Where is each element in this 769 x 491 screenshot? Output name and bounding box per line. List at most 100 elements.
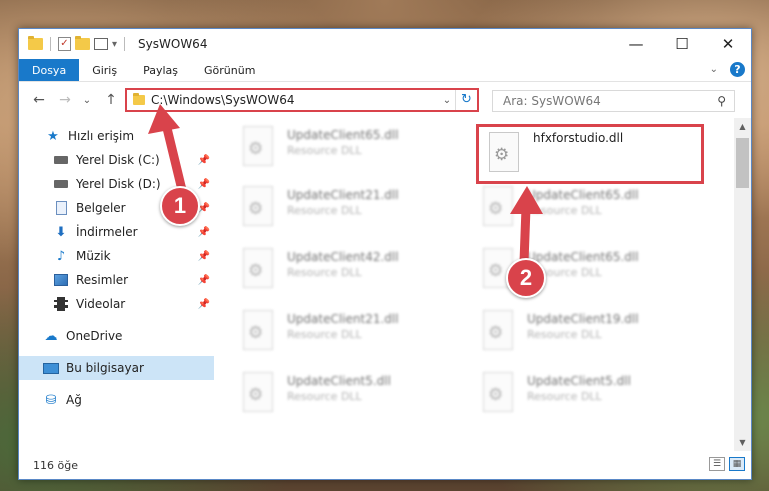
new-folder-icon[interactable] <box>75 36 90 50</box>
sidebar-item-label: Yerel Disk (C:) <box>76 153 160 167</box>
address-folder-icon <box>133 93 145 105</box>
up-button[interactable]: ↑ <box>101 92 121 108</box>
disk-icon <box>53 177 69 191</box>
file-item[interactable]: UpdateClient5.dll Resource DLL <box>229 366 449 424</box>
sidebar-item-label: Videolar <box>76 297 126 311</box>
details-view-icon[interactable]: ☰ <box>709 457 725 471</box>
sidebar-item-label: OneDrive <box>66 329 123 343</box>
file-type: Resource DLL <box>287 204 362 217</box>
properties-icon[interactable] <box>94 38 108 50</box>
file-name: UpdateClient5.dll <box>527 374 631 388</box>
file-item[interactable]: UpdateClient65.dllResource DLL <box>469 242 689 300</box>
sidebar-item-label: Hızlı erişim <box>68 129 135 143</box>
sidebar-item-music[interactable]: ♪ Müzik 📌 <box>19 244 214 268</box>
file-item[interactable]: UpdateClient65.dllResource DLL <box>469 180 689 238</box>
step-badge-1: 1 <box>160 186 200 226</box>
sidebar-item-disk-c[interactable]: Yerel Disk (C:) 📌 <box>19 148 214 172</box>
file-type: Resource DLL <box>287 328 362 341</box>
sidebar-item-label: Belgeler <box>76 201 126 215</box>
file-list: UpdateClient65.dll Resource DLL hfxforstu… <box>229 118 731 451</box>
title-bar: ✓ ▾ SysWOW64 — ☐ ✕ <box>19 29 751 59</box>
dll-file-icon <box>489 132 519 172</box>
folder-icon <box>28 36 43 50</box>
tab-giris[interactable]: Giriş <box>79 59 130 81</box>
properties-check-icon[interactable]: ✓ <box>58 37 71 51</box>
sidebar-item-pictures[interactable]: Resimler 📌 <box>19 268 214 292</box>
pin-icon[interactable]: 📌 <box>198 155 210 166</box>
navigation-pane: ★ Hızlı erişim Yerel Disk (C:) 📌 Yerel D… <box>19 118 214 451</box>
sidebar-item-label: Yerel Disk (D:) <box>76 177 161 191</box>
scrollbar-thumb[interactable] <box>736 138 749 188</box>
dll-file-icon <box>483 372 513 412</box>
close-button[interactable]: ✕ <box>705 29 751 59</box>
pin-icon[interactable]: 📌 <box>198 227 210 238</box>
navigation-bar: ← → ⌄ ↑ C:\Windows\SysWOW64 ⌄ ↻ Ara: Sys… <box>19 82 751 118</box>
cloud-icon: ☁ <box>44 328 58 344</box>
window-controls: — ☐ ✕ <box>613 29 751 59</box>
dll-file-icon <box>483 310 513 350</box>
file-item[interactable]: UpdateClient21.dll Resource DLL <box>229 304 449 362</box>
search-icon: ⚲ <box>717 94 726 108</box>
step-badge-2: 2 <box>506 258 546 298</box>
documents-icon <box>53 201 69 215</box>
file-type: Resource DLL <box>527 390 602 403</box>
content-area: ★ Hızlı erişim Yerel Disk (C:) 📌 Yerel D… <box>19 118 751 451</box>
file-name: UpdateClient65.dll <box>287 128 399 142</box>
recent-locations-button[interactable]: ⌄ <box>77 95 97 106</box>
network-icon: ⛁ <box>45 392 57 408</box>
dll-file-icon <box>243 310 273 350</box>
file-name: UpdateClient19.dll <box>527 312 639 326</box>
address-path[interactable]: C:\Windows\SysWOW64 <box>151 93 439 107</box>
tab-paylas[interactable]: Paylaş <box>130 59 191 81</box>
expand-ribbon-chevron-icon[interactable]: ⌄ <box>710 64 718 75</box>
ribbon-right-controls: ⌄ ? <box>710 62 745 77</box>
file-item[interactable]: UpdateClient21.dll Resource DLL <box>229 180 449 238</box>
scroll-down-arrow-icon[interactable]: ▼ <box>734 434 751 451</box>
sidebar-item-label: Müzik <box>76 249 111 263</box>
tab-gorunum[interactable]: Görünüm <box>191 59 268 81</box>
address-dropdown-icon[interactable]: ⌄ <box>439 95 455 106</box>
maximize-button[interactable]: ☐ <box>659 29 705 59</box>
file-type: Resource DLL <box>527 204 602 217</box>
pin-icon[interactable]: 📌 <box>198 179 210 190</box>
customize-toolbar-chevron-icon[interactable]: ▾ <box>112 39 117 50</box>
sidebar-item-label: Bu bilgisayar <box>66 361 144 375</box>
dll-file-icon <box>483 186 513 226</box>
file-name: UpdateClient65.dll <box>527 250 639 264</box>
sidebar-item-this-pc[interactable]: Bu bilgisayar <box>19 356 214 380</box>
disk-icon <box>53 153 69 167</box>
pin-icon[interactable]: 📌 <box>198 251 210 262</box>
sidebar-item-label: Ağ <box>66 393 82 407</box>
help-icon[interactable]: ? <box>730 62 745 77</box>
tab-dosya[interactable]: Dosya <box>19 59 80 81</box>
scroll-up-arrow-icon[interactable]: ▲ <box>734 118 751 135</box>
file-item[interactable]: UpdateClient5.dll Resource DLL <box>469 366 689 424</box>
refresh-button[interactable]: ↻ <box>455 90 477 110</box>
file-item[interactable]: UpdateClient42.dll Resource DLL <box>229 242 449 300</box>
ribbon-tabs: Dosya Giriş Paylaş Görünüm ⌄ ? <box>19 59 751 82</box>
file-item[interactable]: UpdateClient19.dll Resource DLL <box>469 304 689 362</box>
back-button[interactable]: ← <box>29 92 49 108</box>
large-icons-view-icon[interactable]: ▦ <box>729 457 745 471</box>
sidebar-item-quick-access[interactable]: ★ Hızlı erişim <box>19 124 214 148</box>
file-type: Resource DLL <box>527 328 602 341</box>
pin-icon[interactable]: 📌 <box>198 275 210 286</box>
sidebar-item-onedrive[interactable]: ☁ OneDrive <box>19 324 214 348</box>
vertical-scrollbar[interactable]: ▲ ▼ <box>734 118 751 451</box>
minimize-button[interactable]: — <box>613 29 659 59</box>
file-type: Resource DLL <box>287 266 362 279</box>
search-box[interactable]: Ara: SysWOW64 ⚲ <box>492 90 735 112</box>
status-bar: 116 öğe ☰ ▦ <box>19 451 751 479</box>
sidebar-item-label: İndirmeler <box>76 225 138 239</box>
pin-icon[interactable]: 📌 <box>198 299 210 310</box>
videos-icon <box>53 297 69 311</box>
sidebar-item-videos[interactable]: Videolar 📌 <box>19 292 214 316</box>
sidebar-item-label: Resimler <box>76 273 129 287</box>
file-name: UpdateClient21.dll <box>287 188 399 202</box>
address-bar[interactable]: C:\Windows\SysWOW64 ⌄ ↻ <box>125 88 479 112</box>
file-item[interactable]: UpdateClient65.dllResource DLL <box>229 120 449 178</box>
sidebar-item-network[interactable]: ⛁ Ağ <box>19 388 214 412</box>
star-icon: ★ <box>47 128 59 144</box>
forward-button[interactable]: → <box>55 92 75 108</box>
file-item-hfxforstudio[interactable]: hfxforstudio.dll <box>476 124 704 184</box>
